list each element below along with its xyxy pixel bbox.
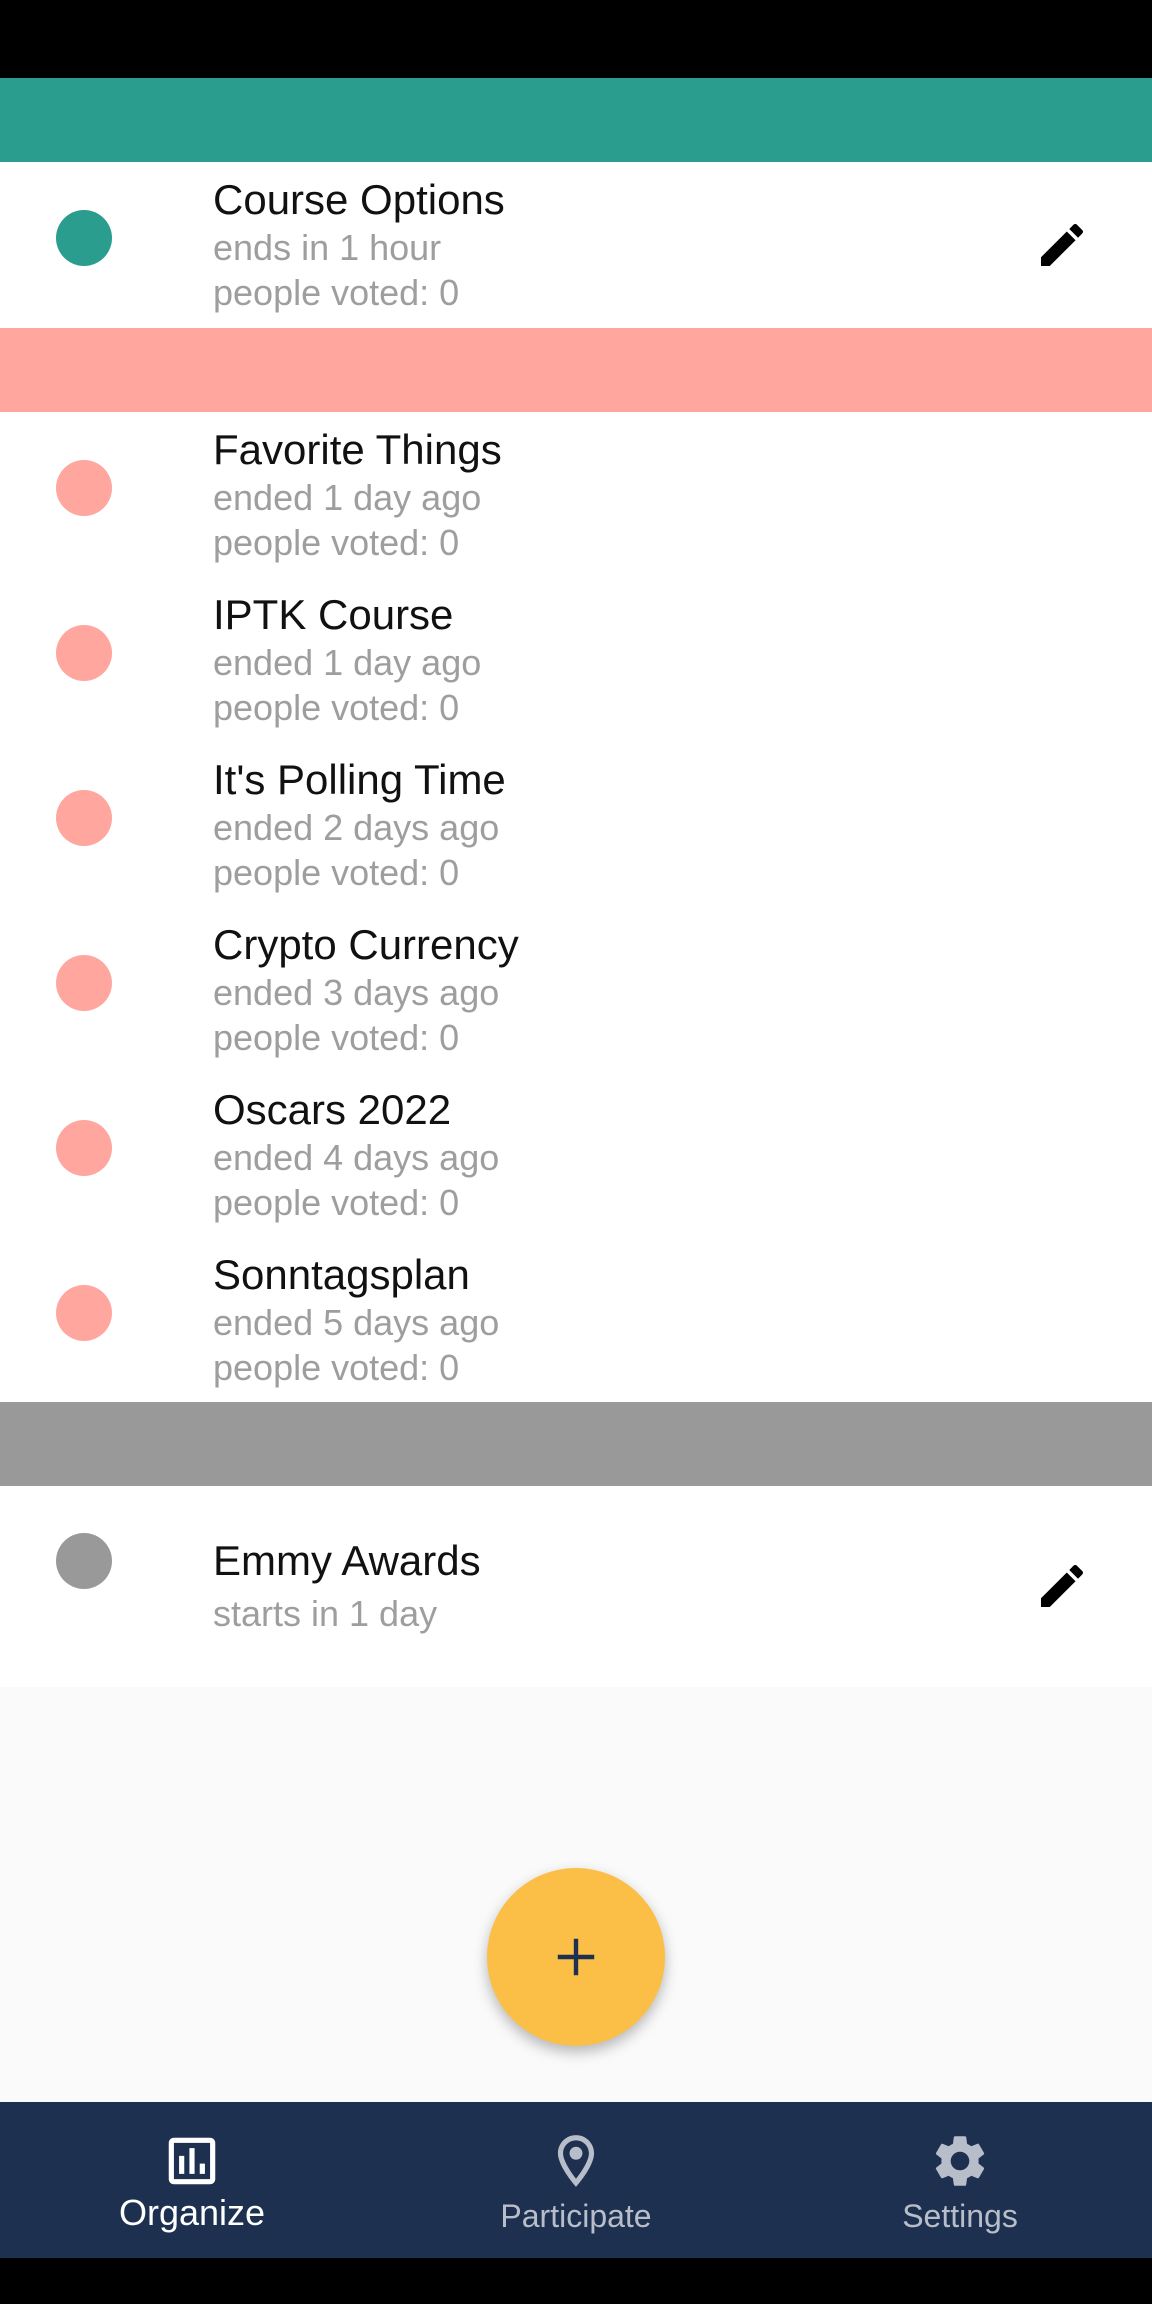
plus-icon xyxy=(557,1938,595,1976)
poll-title: Oscars 2022 xyxy=(213,1086,452,1133)
nav-item-participate[interactable]: Participate xyxy=(384,2102,768,2258)
poll-row-emmy-awards[interactable]: Emmy Awards starts in 1 day xyxy=(0,1486,1152,1687)
poll-votes: people voted: 0 xyxy=(213,687,460,728)
poll-time: ends in 1 hour xyxy=(213,227,442,268)
poll-time: ended 3 days ago xyxy=(213,972,500,1013)
poll-votes: people voted: 0 xyxy=(213,1017,460,1058)
poll-votes: people voted: 0 xyxy=(213,1347,460,1388)
pencil-icon xyxy=(1041,1564,1084,1607)
poll-votes: people voted: 0 xyxy=(213,1182,460,1223)
poll-time: ended 1 day ago xyxy=(213,642,482,683)
active-polls-list: Course Options ends in 1 hour people vot… xyxy=(0,162,1152,328)
poll-votes: people voted: 0 xyxy=(213,272,460,313)
poll-title: Sonntagsplan xyxy=(213,1251,470,1298)
nav-item-settings[interactable]: Settings xyxy=(768,2102,1152,2258)
status-bar xyxy=(0,0,1152,78)
gear-icon xyxy=(935,2136,985,2186)
poll-row[interactable]: It's Polling Time ended 2 days ago peopl… xyxy=(0,742,1152,907)
status-dot xyxy=(56,1120,112,1176)
nav-label: Organize xyxy=(118,2192,266,2233)
poll-title: Course Options xyxy=(213,176,505,223)
status-dot xyxy=(56,1533,112,1589)
bottom-navigation: Organize Participate Settings xyxy=(0,2102,1152,2258)
section-header-upcoming xyxy=(0,1402,1152,1486)
section-header-ended xyxy=(0,328,1152,412)
poll-time: ended 5 days ago xyxy=(213,1302,500,1343)
add-poll-button[interactable] xyxy=(487,1868,665,2046)
status-dot xyxy=(56,460,112,516)
edit-button[interactable] xyxy=(1030,1554,1094,1618)
poll-row[interactable]: Favorite Things ended 1 day ago people v… xyxy=(0,412,1152,577)
poll-row-course-options[interactable]: Course Options ends in 1 hour people vot… xyxy=(0,162,1152,327)
poll-title: Favorite Things xyxy=(213,426,502,473)
ended-polls-list: Favorite Things ended 1 day ago people v… xyxy=(0,412,1152,1402)
status-dot xyxy=(56,790,112,846)
status-dot xyxy=(56,210,112,266)
nav-label: Settings xyxy=(902,2198,1018,2234)
poll-votes: people voted: 0 xyxy=(213,522,460,563)
poll-row[interactable]: Sonntagsplan ended 5 days ago people vot… xyxy=(0,1237,1152,1402)
poll-time: ended 4 days ago xyxy=(213,1137,500,1178)
status-dot xyxy=(56,955,112,1011)
system-navigation-bar xyxy=(0,2258,1152,2304)
poll-time: starts in 1 day xyxy=(213,1593,438,1634)
upcoming-polls-list: Emmy Awards starts in 1 day xyxy=(0,1486,1152,1687)
bar-chart-icon xyxy=(168,2137,216,2185)
nav-label: Participate xyxy=(500,2198,652,2234)
poll-time: ended 1 day ago xyxy=(213,477,482,518)
status-dot xyxy=(56,1285,112,1341)
poll-title: IPTK Course xyxy=(213,591,454,638)
pencil-icon xyxy=(1041,223,1084,266)
poll-time: ended 2 days ago xyxy=(213,807,500,848)
section-header-active xyxy=(0,78,1152,162)
poll-row[interactable]: IPTK Course ended 1 day ago people voted… xyxy=(0,577,1152,742)
nav-item-organize[interactable]: Organize xyxy=(0,2102,384,2258)
poll-title: Emmy Awards xyxy=(213,1537,481,1584)
poll-title: Crypto Currency xyxy=(213,921,519,968)
status-dot xyxy=(56,625,112,681)
edit-button[interactable] xyxy=(1030,213,1094,277)
poll-row[interactable]: Oscars 2022 ended 4 days ago people vote… xyxy=(0,1072,1152,1237)
poll-votes: people voted: 0 xyxy=(213,852,460,893)
poll-title: It's Polling Time xyxy=(213,756,506,803)
poll-row[interactable]: Crypto Currency ended 3 days ago people … xyxy=(0,907,1152,1072)
location-pin-icon xyxy=(557,2135,595,2187)
